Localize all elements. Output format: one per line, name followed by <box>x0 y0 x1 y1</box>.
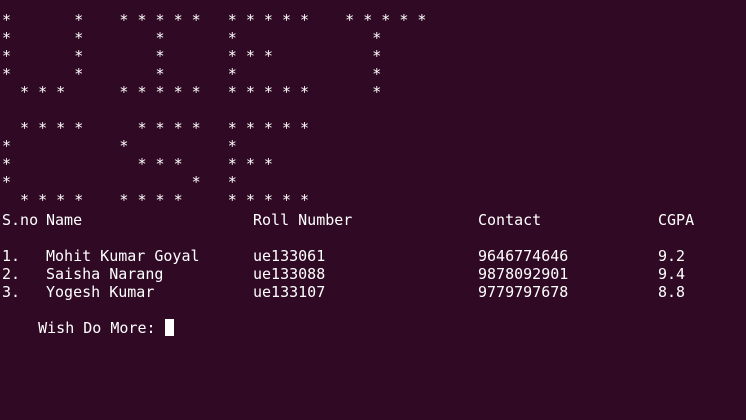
banner-line: * * * * * * * <box>2 155 273 173</box>
banner-line: * * * <box>2 173 237 191</box>
header-roll-number: Roll Number <box>253 211 353 229</box>
prompt-text: Wish Do More: <box>38 319 165 337</box>
prompt-line[interactable]: Wish Do More: <box>2 301 174 337</box>
row-cgpa: 9.2 <box>658 247 686 265</box>
row-sno: 1. <box>2 247 21 265</box>
row-name: Mohit Kumar Goyal <box>46 247 200 265</box>
row-sno: 3. <box>2 283 21 301</box>
row-roll: ue133107 <box>253 283 326 301</box>
header-name: Name <box>46 211 83 229</box>
row-contact: 9779797678 <box>478 283 569 301</box>
row-contact: 9646774646 <box>478 247 569 265</box>
header-sno: S.no <box>2 211 39 229</box>
terminal-window[interactable]: * * * * * * * * * * * * * * * * * * * * … <box>0 0 746 420</box>
banner-line: * * * * * * * <box>2 47 382 65</box>
text-cursor[interactable] <box>164 319 174 336</box>
row-cgpa: 9.4 <box>658 265 686 283</box>
row-roll: ue133061 <box>253 247 326 265</box>
banner-line: * * * * * * * * * * * * * * * * * <box>2 11 427 29</box>
row-cgpa: 8.8 <box>658 283 686 301</box>
row-name: Saisha Narang <box>46 265 164 283</box>
header-contact: Contact <box>478 211 542 229</box>
banner-line: * * * * * <box>2 29 382 47</box>
row-contact: 9878092901 <box>478 265 569 283</box>
banner-line: * * * * * * * * * * * * * * <box>2 83 382 101</box>
row-name: Yogesh Kumar <box>46 283 155 301</box>
banner-line: * * * * * <box>2 65 382 83</box>
row-sno: 2. <box>2 265 21 283</box>
banner-line: * * * * * * * * * * * * * <box>2 191 310 209</box>
header-cgpa: CGPA <box>658 211 695 229</box>
row-roll: ue133088 <box>253 265 326 283</box>
banner-line: * * * <box>2 137 237 155</box>
banner-line: * * * * * * * * * * * * * <box>2 119 310 137</box>
